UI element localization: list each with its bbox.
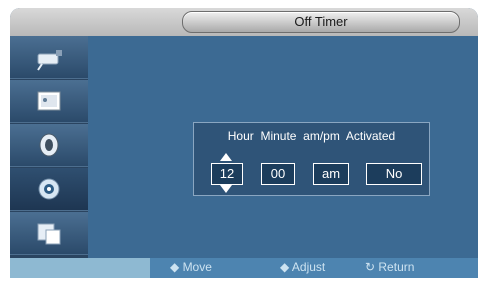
sidebar-item-setup[interactable] [10,168,88,211]
sidebar [10,36,88,258]
field-labels: Hour Minute am/pm Activated [194,129,429,143]
title-pill: Off Timer [182,11,460,33]
hint-move-label: Move [182,260,212,274]
multi-icon [37,223,61,245]
sidebar-item-sound[interactable] [10,124,88,167]
sidebar-item-picture[interactable] [10,80,88,123]
hour-value[interactable]: 12 [211,163,243,185]
picture-icon [37,91,61,111]
sound-icon [39,133,59,157]
label-activated: Activated [345,129,396,143]
hint-move: ◆ Move [170,260,212,274]
ampm-value[interactable]: am [313,163,349,185]
osd-window: Off Timer Hour Minute am/pm Activated 12… [10,8,478,278]
main-area: Hour Minute am/pm Activated 12 00 am No [88,36,478,258]
minute-value[interactable]: 00 [261,163,295,185]
hint-adjust-label: Adjust [291,260,326,274]
hint-adjust: ◆ Adjust [280,260,326,274]
title-bar: Off Timer [10,8,478,37]
hint-bar: ◆ Move ◆ Adjust ↻ Return [150,258,478,278]
label-minute: Minute [260,129,297,143]
sidebar-item-input[interactable] [10,36,88,79]
hour-down-arrow-icon[interactable] [220,185,232,193]
setup-icon [38,178,60,200]
timer-panel: Hour Minute am/pm Activated 12 00 am No [193,122,430,196]
page-title: Off Timer [294,14,348,29]
hour-up-arrow-icon[interactable] [220,153,232,161]
label-ampm: am/pm [303,129,340,143]
label-hour: Hour [227,129,254,143]
hint-return-label: Return [378,260,415,274]
activated-value[interactable]: No [366,163,422,185]
input-icon [37,50,62,71]
sidebar-item-multi[interactable] [10,212,88,255]
hint-return: ↻ Return [365,260,415,274]
